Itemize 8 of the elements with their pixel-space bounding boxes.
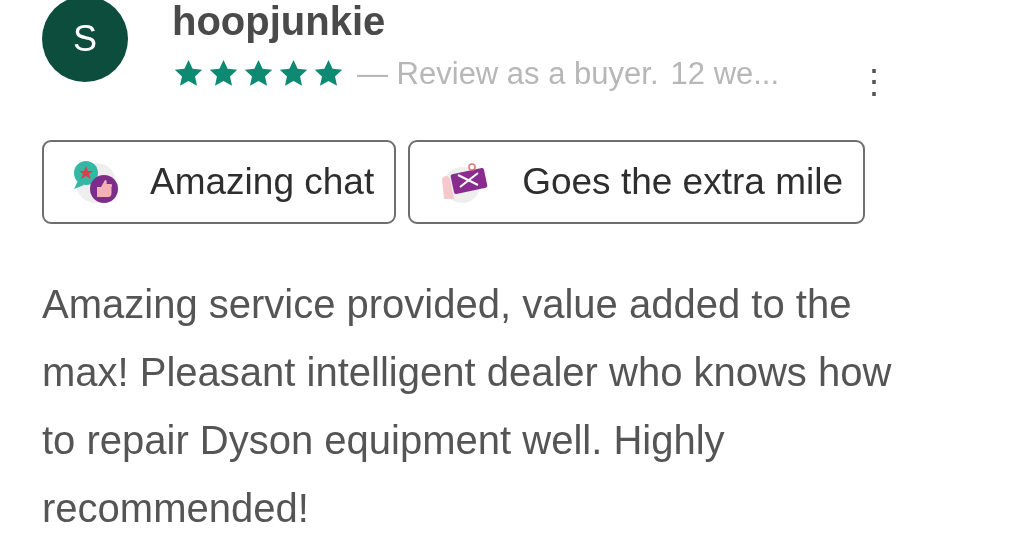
review-type: — Review as a buyer. [357, 56, 659, 92]
review-text: Amazing service provided, value added to the max! Pleasant intelligent dealer who knows how to repair Dyson equipment well. Highly recommended! [42, 281, 893, 532]
tag-label: Amazing chat [150, 161, 375, 203]
review-time: 12 we... [670, 56, 780, 92]
avatar: S [42, 0, 128, 82]
tag-label: Goes the extra mile [522, 161, 843, 203]
username: hoopjunkie [172, 0, 387, 44]
more-menu-button[interactable]: ⋮ [851, 64, 898, 98]
